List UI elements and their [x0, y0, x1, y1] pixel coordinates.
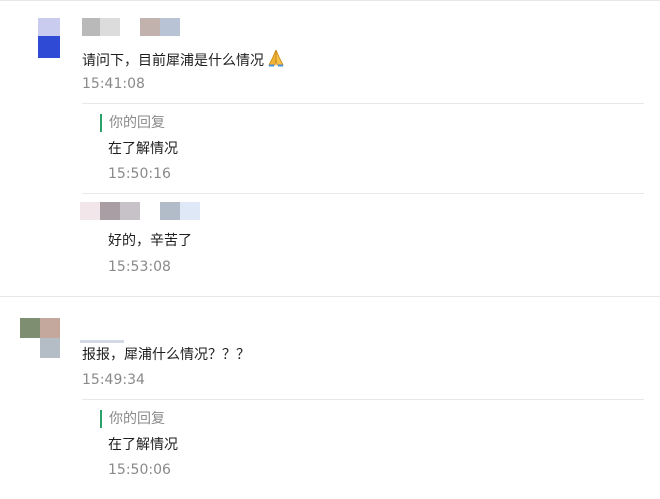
comment-message: 请问下，目前犀浦是什么情况: [82, 48, 286, 74]
reply-text: 好的，辛苦了: [108, 233, 192, 249]
reply-divider: [82, 399, 644, 400]
your-reply-label: 你的回复: [100, 114, 165, 132]
your-reply-label: 你的回复: [100, 410, 165, 428]
avatar[interactable]: [20, 318, 60, 358]
reply-time: 15:50:06: [108, 462, 171, 478]
reply-divider: [82, 103, 644, 104]
top-divider: [0, 0, 660, 1]
reply-divider: [82, 193, 644, 194]
reply-text: 在了解情况: [108, 437, 178, 453]
comment-message: 报报，犀浦什么情况？？？: [82, 347, 250, 363]
reply-text: 在了解情况: [108, 141, 178, 157]
username-blurred: [80, 340, 124, 343]
avatar[interactable]: [38, 18, 60, 58]
comment-time: 15:49:34: [82, 372, 145, 388]
pray-emoji-icon: [266, 48, 286, 74]
reply-time: 15:53:08: [108, 259, 171, 275]
reply-time: 15:50:16: [108, 166, 171, 182]
comment-time: 15:41:08: [82, 76, 145, 92]
comment-divider: [0, 296, 660, 297]
